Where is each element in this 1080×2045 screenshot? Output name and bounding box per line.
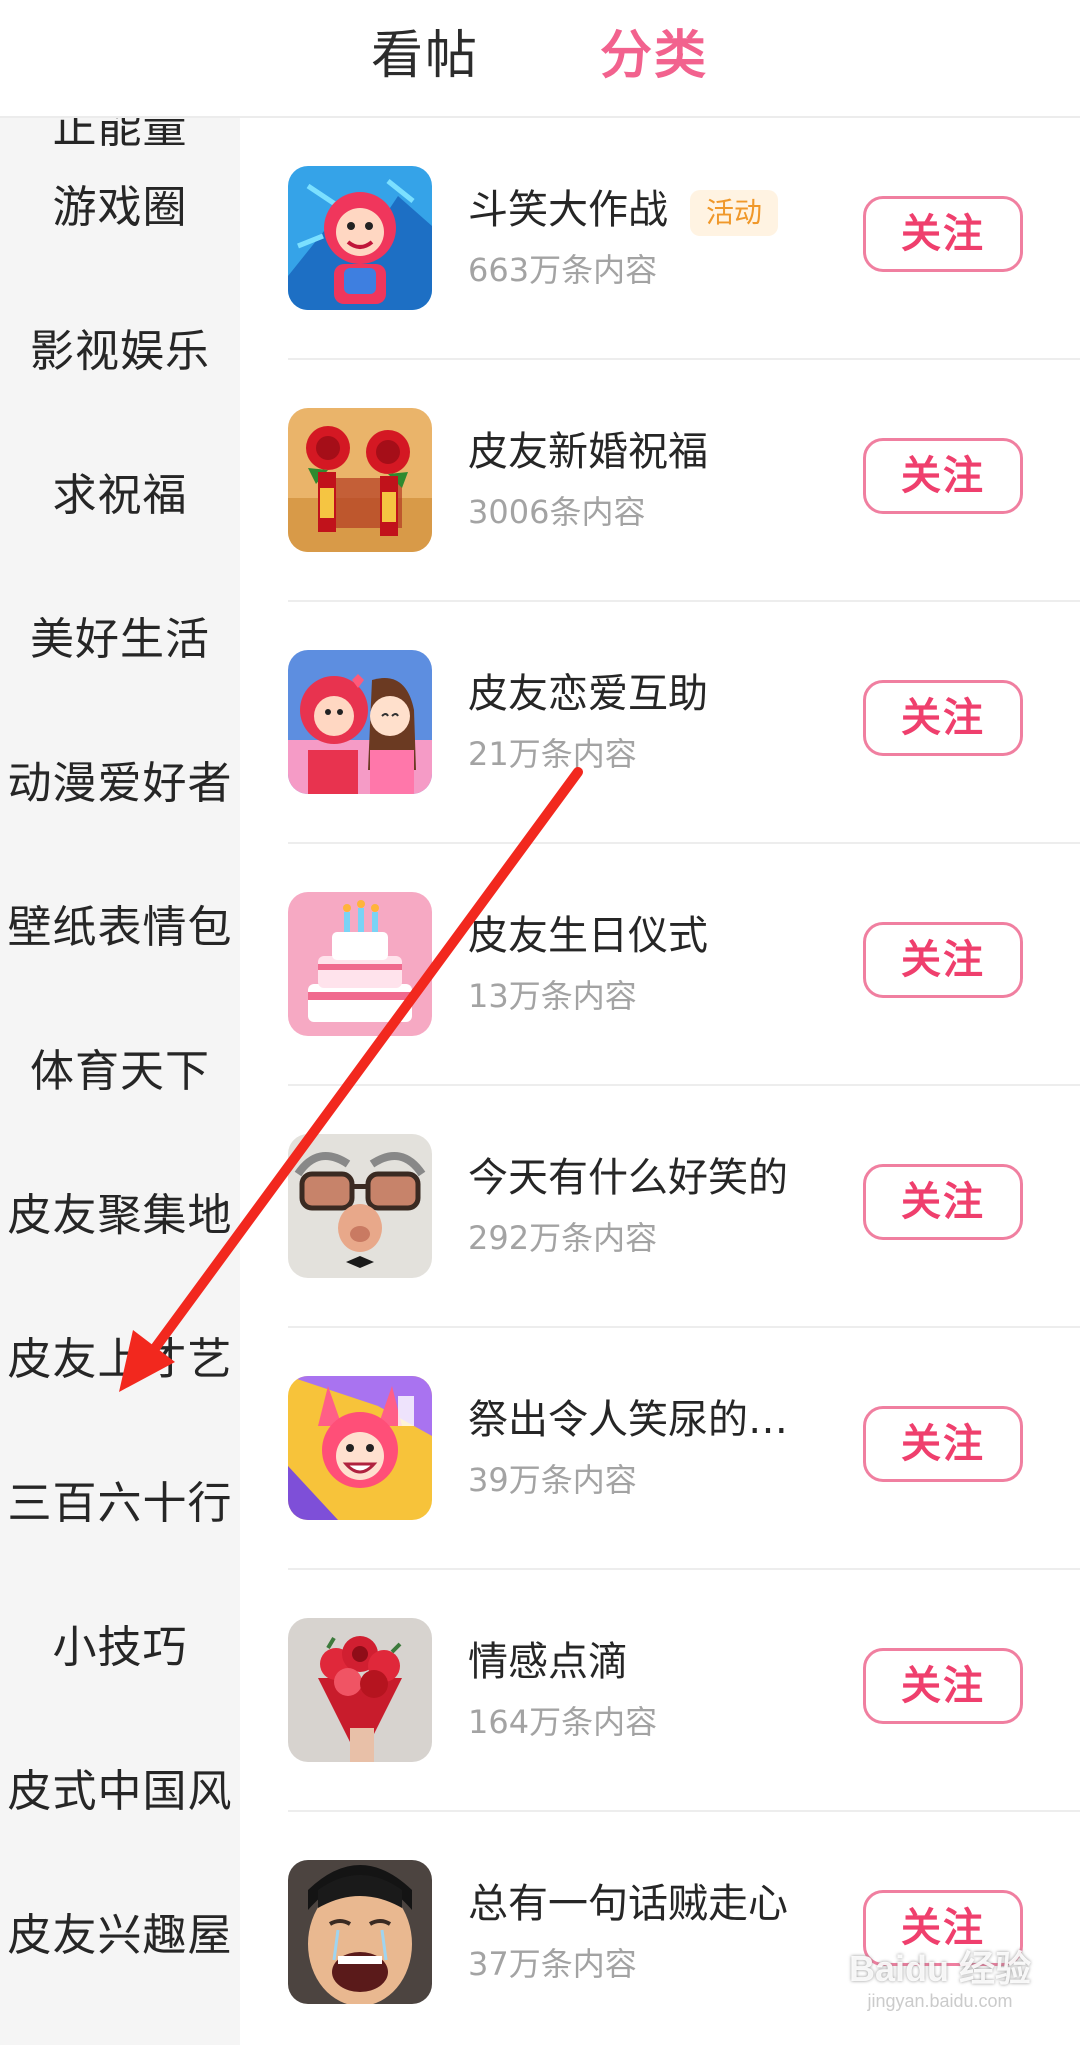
baidu-watermark: Baidu 经验 jingyan.baidu.com — [820, 1948, 1060, 2012]
couple-cartoon-icon[interactable] — [288, 650, 432, 794]
sidebar-item-talents[interactable]: 皮友上才艺 — [0, 1330, 240, 1390]
follow-button[interactable]: 关注 — [863, 1648, 1023, 1724]
topic-row[interactable]: 皮友新婚祝福 3006条内容 关注 — [240, 360, 1080, 602]
topic-row[interactable]: 皮友生日仪式 13万条内容 关注 — [240, 844, 1080, 1086]
sidebar-item-good-life[interactable]: 美好生活 — [0, 610, 240, 670]
topic-count: 37万条内容 — [468, 1945, 637, 1983]
topic-name: 皮友恋爱互助 — [468, 671, 708, 717]
topic-name: 祭出令人笑尿的… — [468, 1397, 788, 1443]
sidebar-item-professions[interactable]: 三百六十行 — [0, 1474, 240, 1534]
topic-count: 13万条内容 — [468, 977, 637, 1015]
sidebar-item-wallpapers[interactable]: 壁纸表情包 — [0, 898, 240, 958]
topic-count: 292万条内容 — [468, 1219, 658, 1257]
topic-row[interactable]: 祭出令人笑尿的… 39万条内容 关注 — [240, 1328, 1080, 1570]
topic-row[interactable]: 今天有什么好笑的 292万条内容 关注 — [240, 1086, 1080, 1328]
sidebar-item-blessings[interactable]: 求祝福 — [0, 466, 240, 526]
sidebar-item-gathering[interactable]: 皮友聚集地 — [0, 1186, 240, 1246]
topic-row[interactable]: 斗笑大作战 活动 663万条内容 关注 — [240, 118, 1080, 360]
activity-badge: 活动 — [690, 190, 779, 236]
sidebar-item-games[interactable]: 游戏圈 — [0, 178, 240, 238]
funny-face-icon[interactable] — [288, 1134, 432, 1278]
cartoon-mascot-icon[interactable] — [288, 166, 432, 310]
topic-name: 皮友新婚祝福 — [468, 429, 708, 475]
follow-button[interactable]: 关注 — [863, 196, 1023, 272]
topic-name: 皮友生日仪式 — [468, 913, 708, 959]
laughing-mascot-icon[interactable] — [288, 1376, 432, 1520]
follow-button[interactable]: 关注 — [863, 1406, 1023, 1482]
birthday-cake-icon[interactable] — [288, 892, 432, 1036]
topic-name: 斗笑大作战 — [468, 187, 668, 233]
crying-face-icon[interactable] — [288, 1860, 432, 2004]
sidebar-item-sports[interactable]: 体育天下 — [0, 1042, 240, 1102]
follow-button[interactable]: 关注 — [863, 438, 1023, 514]
topic-count: 663万条内容 — [468, 251, 658, 289]
tab-posts[interactable]: 看帖 — [371, 16, 479, 96]
sidebar-item-tips[interactable]: 小技巧 — [0, 1618, 240, 1678]
topic-row[interactable]: 皮友恋爱互助 21万条内容 关注 — [240, 602, 1080, 844]
follow-button[interactable]: 关注 — [863, 1164, 1023, 1240]
sidebar-item-chinese-style[interactable]: 皮式中国风 — [0, 1762, 240, 1822]
topic-row[interactable]: 情感点滴 164万条内容 关注 — [240, 1570, 1080, 1812]
top-tab-bar: 看帖 分类 — [0, 0, 1080, 118]
topic-name: 今天有什么好笑的 — [468, 1155, 788, 1201]
sidebar-item-positive-energy[interactable]: 正能量 — [0, 118, 240, 158]
flower-bouquet-icon[interactable] — [288, 1618, 432, 1762]
topic-name: 总有一句话贼走心 — [468, 1881, 788, 1927]
topic-list: 斗笑大作战 活动 663万条内容 关注 皮友新婚祝福 3006条内容 关注 皮友… — [240, 118, 1080, 2045]
follow-button[interactable]: 关注 — [863, 680, 1023, 756]
watermark-url: jingyan.baidu.com — [867, 1991, 1013, 2011]
watermark-text: Baidu 经验 — [848, 1948, 1031, 1989]
sidebar-item-entertainment[interactable]: 影视娱乐 — [0, 322, 240, 382]
topic-count: 164万条内容 — [468, 1703, 658, 1741]
sidebar-item-anime[interactable]: 动漫爱好者 — [0, 754, 240, 814]
sidebar-item-interests[interactable]: 皮友兴趣屋 — [0, 1906, 240, 1966]
topic-name: 情感点滴 — [468, 1639, 628, 1685]
topic-count: 21万条内容 — [468, 735, 637, 773]
category-sidebar[interactable]: 正能量 游戏圈 影视娱乐 求祝福 美好生活 动漫爱好者 壁纸表情包 体育天下 皮… — [0, 118, 240, 2045]
topic-count: 39万条内容 — [468, 1461, 637, 1499]
wedding-roses-icon[interactable] — [288, 408, 432, 552]
tab-categories[interactable]: 分类 — [600, 16, 708, 96]
follow-button[interactable]: 关注 — [863, 922, 1023, 998]
topic-count: 3006条内容 — [468, 493, 646, 531]
